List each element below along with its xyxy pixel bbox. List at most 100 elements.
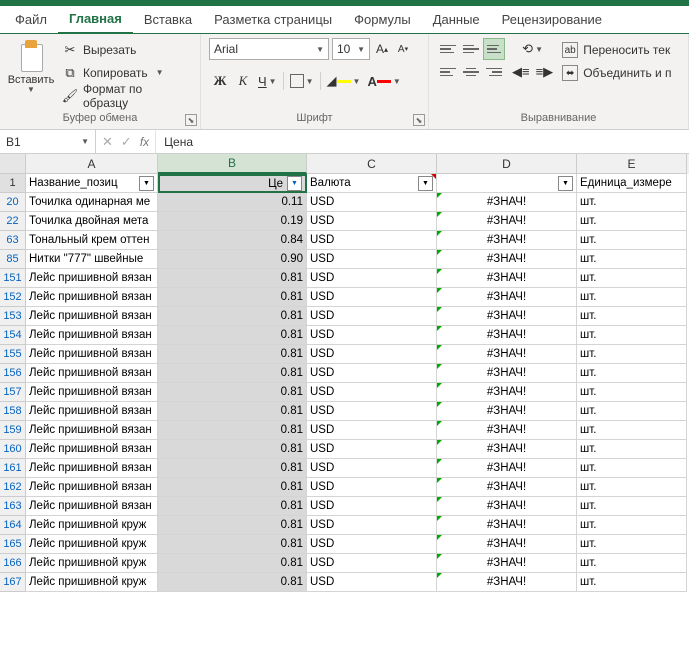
cell-price[interactable]: 0.81 (158, 554, 307, 573)
cell-error[interactable]: #ЗНАЧ! (437, 288, 577, 307)
select-all-corner[interactable] (0, 154, 26, 174)
align-bottom-button[interactable] (483, 38, 505, 60)
row-header[interactable]: 151 (0, 269, 26, 288)
col-header-A[interactable]: A (26, 154, 158, 174)
header-cell-d[interactable] (437, 174, 577, 193)
cell-currency[interactable]: USD (307, 478, 437, 497)
tab-Рецензирование[interactable]: Рецензирование (491, 7, 613, 33)
cell-price[interactable]: 0.81 (158, 573, 307, 592)
cell-name[interactable]: Точилка двойная мета (26, 212, 158, 231)
cell-price[interactable]: 0.81 (158, 516, 307, 535)
cell-name[interactable]: Лейс пришивной вязан (26, 459, 158, 478)
header-cell-unit[interactable]: Единица_измере (577, 174, 687, 193)
underline-button[interactable]: Ч▼ (255, 70, 280, 92)
font-size-select[interactable]: 10▼ (332, 38, 370, 60)
copy-button[interactable]: ⧉Копировать▼ (60, 63, 192, 83)
spreadsheet-grid[interactable]: A B C D E 1 Название_позиц Це Валюта Еди… (0, 154, 689, 592)
cell-unit[interactable]: шт. (577, 440, 687, 459)
cell-name[interactable]: Лейс пришивной вязан (26, 364, 158, 383)
cell-error[interactable]: #ЗНАЧ! (437, 497, 577, 516)
decrease-font-button[interactable]: A▾ (394, 39, 412, 59)
cell-currency[interactable]: USD (307, 288, 437, 307)
row-header[interactable]: 167 (0, 573, 26, 592)
col-header-D[interactable]: D (437, 154, 577, 174)
cell-name[interactable]: Лейс пришивной вязан (26, 288, 158, 307)
align-left-button[interactable] (437, 61, 459, 83)
cell-name[interactable]: Лейс пришивной вязан (26, 345, 158, 364)
cell-unit[interactable]: шт. (577, 307, 687, 326)
cell-price[interactable]: 0.90 (158, 250, 307, 269)
fill-color-button[interactable]: ◢▼ (324, 70, 364, 92)
font-color-button[interactable]: А▼ (364, 70, 403, 92)
row-header[interactable]: 63 (0, 231, 26, 250)
cell-unit[interactable]: шт. (577, 554, 687, 573)
cell-name[interactable]: Тональный крем оттен (26, 231, 158, 250)
cell-unit[interactable]: шт. (577, 364, 687, 383)
tab-Данные[interactable]: Данные (422, 7, 491, 33)
row-header[interactable]: 161 (0, 459, 26, 478)
merge-button[interactable]: ⬌Объединить и п (562, 63, 671, 83)
orientation-button[interactable]: ⟲▼ (509, 38, 556, 60)
cell-error[interactable]: #ЗНАЧ! (437, 402, 577, 421)
bold-button[interactable]: Ж (209, 70, 231, 92)
cell-name[interactable]: Лейс пришивной вязан (26, 383, 158, 402)
cell-currency[interactable]: USD (307, 250, 437, 269)
cell-unit[interactable]: шт. (577, 193, 687, 212)
cell-price[interactable]: 0.81 (158, 535, 307, 554)
cell-name[interactable]: Лейс пришивной круж (26, 535, 158, 554)
cell-price[interactable]: 0.81 (158, 269, 307, 288)
cell-price[interactable]: 0.81 (158, 440, 307, 459)
row-header[interactable]: 159 (0, 421, 26, 440)
tab-Вставка[interactable]: Вставка (133, 7, 203, 33)
cell-unit[interactable]: шт. (577, 421, 687, 440)
row-header[interactable]: 154 (0, 326, 26, 345)
row-header[interactable]: 165 (0, 535, 26, 554)
cell-error[interactable]: #ЗНАЧ! (437, 421, 577, 440)
cell-price[interactable]: 0.81 (158, 307, 307, 326)
cell-name[interactable]: Лейс пришивной вязан (26, 421, 158, 440)
cell-price[interactable]: 0.81 (158, 288, 307, 307)
formula-bar[interactable]: Цена (156, 130, 689, 153)
cell-error[interactable]: #ЗНАЧ! (437, 307, 577, 326)
dialog-launcher-icon[interactable]: ⬊ (413, 114, 425, 126)
row-header[interactable]: 85 (0, 250, 26, 269)
cell-price[interactable]: 0.81 (158, 421, 307, 440)
cell-price[interactable]: 0.81 (158, 326, 307, 345)
cell-price[interactable]: 0.81 (158, 402, 307, 421)
cell-price[interactable]: 0.81 (158, 497, 307, 516)
cell-unit[interactable]: шт. (577, 573, 687, 592)
row-header[interactable]: 164 (0, 516, 26, 535)
cut-button[interactable]: ✂Вырезать (60, 40, 192, 60)
cell-error[interactable]: #ЗНАЧ! (437, 212, 577, 231)
cell-currency[interactable]: USD (307, 497, 437, 516)
row-header[interactable]: 153 (0, 307, 26, 326)
tab-Формулы[interactable]: Формулы (343, 7, 422, 33)
row-header[interactable]: 157 (0, 383, 26, 402)
font-name-select[interactable]: Arial▼ (209, 38, 329, 60)
align-center-button[interactable] (460, 61, 482, 83)
cell-currency[interactable]: USD (307, 326, 437, 345)
cell-name[interactable]: Точилка одинарная ме (26, 193, 158, 212)
cell-unit[interactable]: шт. (577, 250, 687, 269)
cell-currency[interactable]: USD (307, 269, 437, 288)
cell-name[interactable]: Лейс пришивной круж (26, 573, 158, 592)
cell-name[interactable]: Лейс пришивной вязан (26, 326, 158, 345)
cell-unit[interactable]: шт. (577, 231, 687, 250)
row-header[interactable]: 160 (0, 440, 26, 459)
cell-price[interactable]: 0.81 (158, 478, 307, 497)
cell-price[interactable]: 0.81 (158, 383, 307, 402)
cell-unit[interactable]: шт. (577, 459, 687, 478)
row-header[interactable]: 20 (0, 193, 26, 212)
cell-currency[interactable]: USD (307, 421, 437, 440)
cell-error[interactable]: #ЗНАЧ! (437, 345, 577, 364)
increase-indent-button[interactable]: ≡▶ (533, 61, 557, 83)
align-middle-button[interactable] (460, 38, 482, 60)
cell-error[interactable]: #ЗНАЧ! (437, 231, 577, 250)
cell-unit[interactable]: шт. (577, 516, 687, 535)
cell-currency[interactable]: USD (307, 516, 437, 535)
row-header[interactable]: 156 (0, 364, 26, 383)
cell-currency[interactable]: USD (307, 402, 437, 421)
wrap-text-button[interactable]: abПереносить тек (562, 40, 671, 60)
cell-error[interactable]: #ЗНАЧ! (437, 364, 577, 383)
cell-error[interactable]: #ЗНАЧ! (437, 440, 577, 459)
